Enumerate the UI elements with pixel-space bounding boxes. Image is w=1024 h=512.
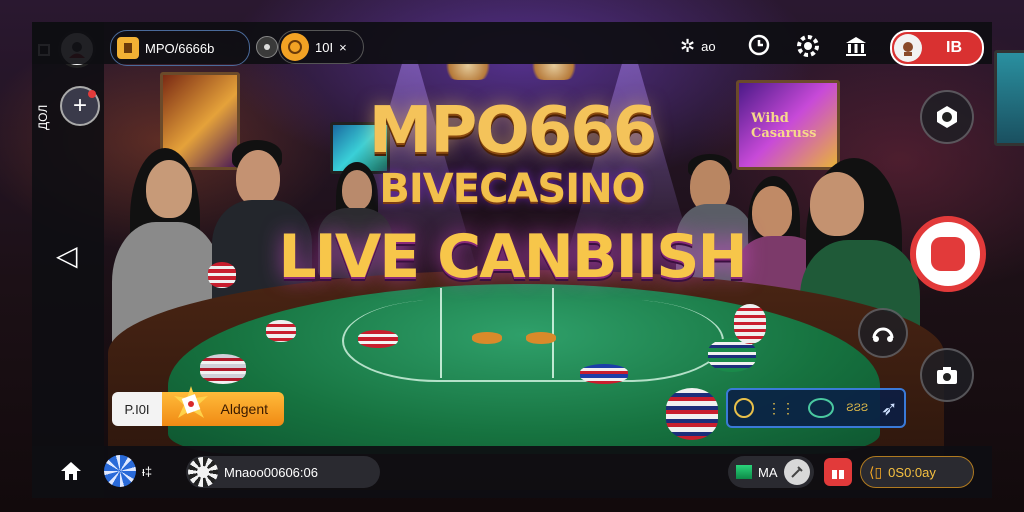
tools-icon (783, 459, 810, 485)
settings-toggle[interactable]: ✲ ao (680, 34, 716, 58)
chip-stack (472, 332, 502, 344)
settings-label: ao (701, 38, 716, 54)
road-icon (807, 398, 834, 418)
home-icon (61, 462, 81, 480)
chip-stack (734, 304, 766, 344)
username-field[interactable]: Mnaoo00606:06 (186, 456, 380, 488)
chip-stack (526, 332, 556, 344)
chip-icon (281, 33, 309, 61)
notification-badge: IB (946, 39, 962, 56)
coin-icon (734, 398, 755, 418)
card-burst-icon (172, 384, 210, 422)
casino-scene: Wihd Casaruss MPO666 BIVECASINO LIVE CAN… (0, 0, 1024, 512)
chip-stack (666, 388, 718, 440)
sound-icon[interactable] (256, 36, 278, 58)
notification-pill[interactable]: IB (890, 30, 984, 66)
wallet-icon (117, 37, 139, 59)
camera-icon (937, 367, 957, 384)
lobby-button[interactable] (842, 32, 870, 60)
bank-icon (846, 37, 866, 56)
plus-icon: + (72, 92, 87, 119)
ticket-icon: ⟨▯ (869, 463, 883, 480)
chip-stack (266, 320, 296, 342)
road-map-panel[interactable]: ⋮⋮ ƧƧƧ ➶ (726, 388, 906, 428)
chip-counter[interactable]: 10I × (278, 30, 364, 64)
clock-icon (748, 34, 770, 56)
game-title: LIVE CANBIISH (278, 222, 747, 292)
camera-settings-button[interactable] (794, 32, 822, 60)
gear-icon (797, 35, 819, 57)
snapshot-button[interactable] (920, 90, 974, 144)
chandelier (526, 62, 582, 80)
balance-label: MA (758, 464, 778, 480)
coin-count: ᵻ‡ (142, 463, 153, 479)
chandelier (440, 62, 496, 80)
credit-label: 0S0:0ay (888, 464, 936, 480)
account-label: MPO/6666b (145, 40, 215, 56)
credit-pill[interactable]: ⟨▯ 0S0:0ay (860, 456, 974, 488)
switch-camera-icon (872, 327, 894, 342)
chip-stack (358, 330, 398, 348)
road-map-label: ƧƧƧ (846, 402, 869, 414)
close-chip-button[interactable]: × (339, 40, 347, 55)
balance-pill[interactable]: MA (728, 456, 814, 488)
camera-lens-icon (937, 106, 957, 128)
gift-icon (832, 467, 844, 479)
brand-subtitle: BIVECASINO (379, 166, 645, 212)
photo-button[interactable] (920, 348, 974, 402)
cash-icon (736, 465, 752, 479)
record-button[interactable] (910, 216, 986, 292)
gift-button[interactable] (824, 458, 852, 486)
bet-amount: P.I0I (112, 392, 162, 426)
bird-icon: ➶ (880, 397, 898, 420)
back-button[interactable]: ◁ (56, 242, 78, 270)
home-button[interactable] (58, 458, 84, 484)
poker-chip-icon (104, 455, 136, 487)
user-chip-icon (188, 457, 218, 487)
username: Mnaoo00606:06 (224, 464, 318, 480)
alert-dot (88, 90, 96, 98)
shuffle-icon: ✲ (680, 35, 696, 56)
rotate-view-button[interactable] (858, 308, 908, 358)
account-pill[interactable]: MPO/6666b (110, 30, 250, 66)
split-icon: ⋮⋮ (766, 399, 795, 416)
chip-count: 10I (315, 39, 334, 55)
chip-stack (580, 364, 628, 384)
mascot-icon (894, 34, 922, 62)
coin-balance[interactable]: ᵻ‡ (104, 455, 153, 487)
chip-stack (200, 354, 246, 384)
history-button[interactable] (746, 32, 772, 58)
brand-title: MPO666 (368, 94, 658, 168)
side-label: ДОЛ (36, 104, 50, 130)
add-table-button[interactable]: + (60, 86, 100, 126)
record-icon (931, 237, 965, 271)
